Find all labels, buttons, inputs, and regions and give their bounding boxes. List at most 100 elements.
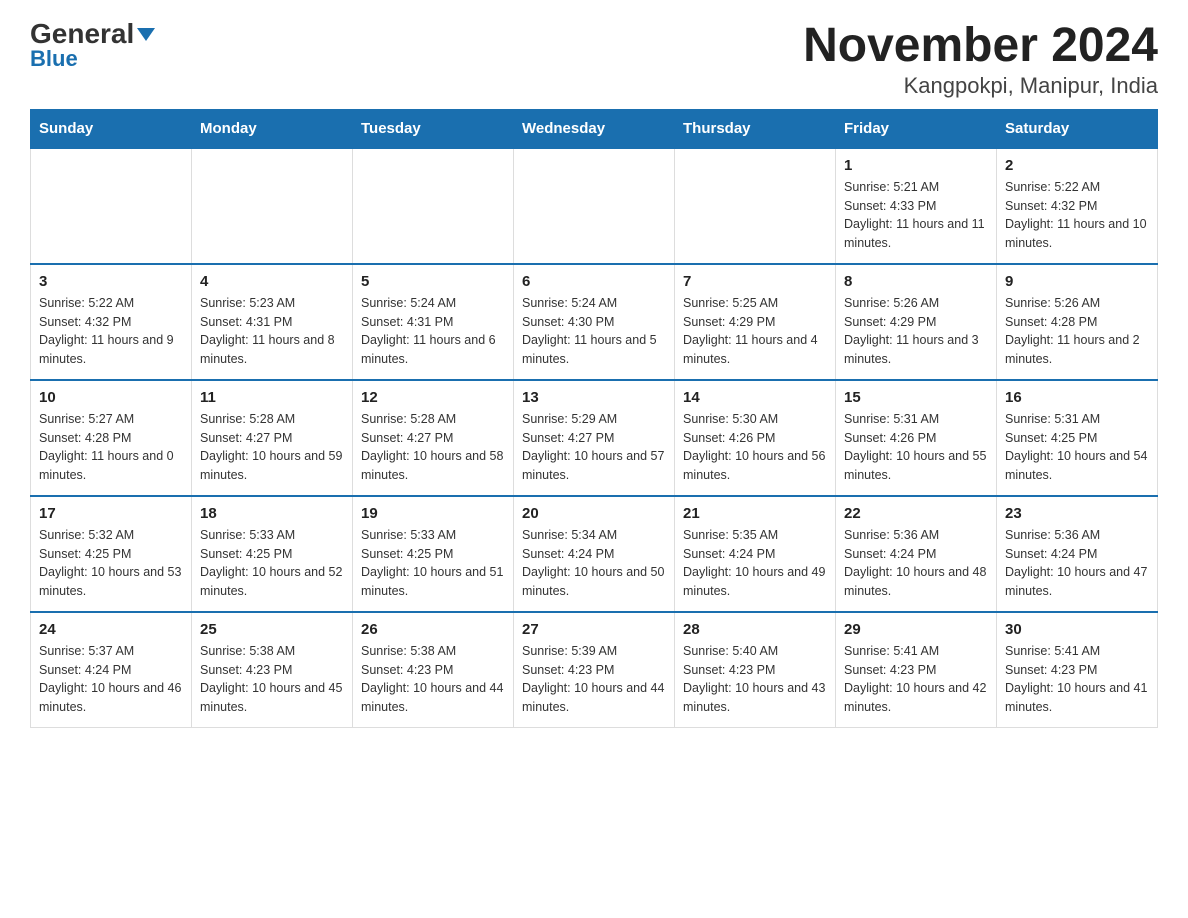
- day-info: Sunrise: 5:25 AM Sunset: 4:29 PM Dayligh…: [683, 294, 827, 369]
- calendar-cell: 10 Sunrise: 5:27 AM Sunset: 4:28 PM Dayli…: [31, 380, 192, 496]
- day-info: Sunrise: 5:32 AM Sunset: 4:25 PM Dayligh…: [39, 526, 183, 601]
- day-info: Sunrise: 5:38 AM Sunset: 4:23 PM Dayligh…: [200, 642, 344, 717]
- calendar-header: SundayMondayTuesdayWednesdayThursdayFrid…: [31, 109, 1158, 148]
- day-info: Sunrise: 5:26 AM Sunset: 4:29 PM Dayligh…: [844, 294, 988, 369]
- day-number: 6: [522, 273, 666, 290]
- day-info: Sunrise: 5:30 AM Sunset: 4:26 PM Dayligh…: [683, 410, 827, 485]
- calendar-cell: 7 Sunrise: 5:25 AM Sunset: 4:29 PM Daylig…: [675, 264, 836, 380]
- day-number: 22: [844, 505, 988, 522]
- day-info: Sunrise: 5:36 AM Sunset: 4:24 PM Dayligh…: [1005, 526, 1149, 601]
- day-info: Sunrise: 5:22 AM Sunset: 4:32 PM Dayligh…: [1005, 178, 1149, 253]
- header-wednesday: Wednesday: [514, 109, 675, 148]
- day-info: Sunrise: 5:38 AM Sunset: 4:23 PM Dayligh…: [361, 642, 505, 717]
- day-info: Sunrise: 5:24 AM Sunset: 4:31 PM Dayligh…: [361, 294, 505, 369]
- day-number: 4: [200, 273, 344, 290]
- calendar-cell: 18Sunrise: 5:33 AM Sunset: 4:25 PM Dayli…: [192, 496, 353, 612]
- day-number: 24: [39, 621, 183, 638]
- day-number: 19: [361, 505, 505, 522]
- calendar-cell: [514, 148, 675, 264]
- calendar-table: SundayMondayTuesdayWednesdayThursdayFrid…: [30, 109, 1158, 728]
- day-number: 30: [1005, 621, 1149, 638]
- calendar-cell: 28 Sunrise: 5:40 AM Sunset: 4:23 PM Dayli…: [675, 612, 836, 728]
- calendar-cell: 13 Sunrise: 5:29 AM Sunset: 4:27 PM Dayli…: [514, 380, 675, 496]
- day-number: 13: [522, 389, 666, 406]
- logo-triangle-icon: [137, 28, 155, 41]
- calendar-cell: [192, 148, 353, 264]
- calendar-cell: 23 Sunrise: 5:36 AM Sunset: 4:24 PM Dayli…: [997, 496, 1158, 612]
- day-number: 23: [1005, 505, 1149, 522]
- calendar-cell: 22 Sunrise: 5:36 AM Sunset: 4:24 PM Dayli…: [836, 496, 997, 612]
- day-info: Sunrise: 5:36 AM Sunset: 4:24 PM Dayligh…: [844, 526, 988, 601]
- calendar-cell: 12Sunrise: 5:28 AM Sunset: 4:27 PM Dayli…: [353, 380, 514, 496]
- calendar-cell: 1 Sunrise: 5:21 AM Sunset: 4:33 PM Daylig…: [836, 148, 997, 264]
- day-info: Sunrise: 5:27 AM Sunset: 4:28 PM Dayligh…: [39, 410, 183, 485]
- calendar-cell: [353, 148, 514, 264]
- day-number: 8: [844, 273, 988, 290]
- calendar-cell: 5 Sunrise: 5:24 AM Sunset: 4:31 PM Daylig…: [353, 264, 514, 380]
- calendar-cell: 4 Sunrise: 5:23 AM Sunset: 4:31 PM Daylig…: [192, 264, 353, 380]
- calendar-cell: 3 Sunrise: 5:22 AM Sunset: 4:32 PM Daylig…: [31, 264, 192, 380]
- day-number: 1: [844, 157, 988, 174]
- day-info: Sunrise: 5:33 AM Sunset: 4:25 PM Dayligh…: [361, 526, 505, 601]
- calendar-cell: 19 Sunrise: 5:33 AM Sunset: 4:25 PM Dayli…: [353, 496, 514, 612]
- day-info: Sunrise: 5:24 AM Sunset: 4:30 PM Dayligh…: [522, 294, 666, 369]
- header-friday: Friday: [836, 109, 997, 148]
- day-info: Sunrise: 5:29 AM Sunset: 4:27 PM Dayligh…: [522, 410, 666, 485]
- day-number: 5: [361, 273, 505, 290]
- day-number: 27: [522, 621, 666, 638]
- logo: General Blue: [30, 20, 155, 72]
- day-info: Sunrise: 5:23 AM Sunset: 4:31 PM Dayligh…: [200, 294, 344, 369]
- calendar-cell: 8 Sunrise: 5:26 AM Sunset: 4:29 PM Daylig…: [836, 264, 997, 380]
- day-info: Sunrise: 5:39 AM Sunset: 4:23 PM Dayligh…: [522, 642, 666, 717]
- day-info: Sunrise: 5:21 AM Sunset: 4:33 PM Dayligh…: [844, 178, 988, 253]
- day-number: 20: [522, 505, 666, 522]
- calendar-body: 1 Sunrise: 5:21 AM Sunset: 4:33 PM Daylig…: [31, 148, 1158, 728]
- day-number: 9: [1005, 273, 1149, 290]
- calendar-week-5: 24Sunrise: 5:37 AM Sunset: 4:24 PM Dayli…: [31, 612, 1158, 728]
- day-number: 26: [361, 621, 505, 638]
- calendar-cell: 17 Sunrise: 5:32 AM Sunset: 4:25 PM Dayli…: [31, 496, 192, 612]
- day-info: Sunrise: 5:41 AM Sunset: 4:23 PM Dayligh…: [844, 642, 988, 717]
- day-number: 3: [39, 273, 183, 290]
- header-row: SundayMondayTuesdayWednesdayThursdayFrid…: [31, 109, 1158, 148]
- day-info: Sunrise: 5:31 AM Sunset: 4:26 PM Dayligh…: [844, 410, 988, 485]
- day-info: Sunrise: 5:41 AM Sunset: 4:23 PM Dayligh…: [1005, 642, 1149, 717]
- day-number: 10: [39, 389, 183, 406]
- logo-general: General: [30, 20, 155, 48]
- calendar-cell: 25 Sunrise: 5:38 AM Sunset: 4:23 PM Dayli…: [192, 612, 353, 728]
- day-number: 21: [683, 505, 827, 522]
- calendar-subtitle: Kangpokpi, Manipur, India: [803, 73, 1158, 99]
- day-number: 28: [683, 621, 827, 638]
- header-thursday: Thursday: [675, 109, 836, 148]
- calendar-week-1: 1 Sunrise: 5:21 AM Sunset: 4:33 PM Daylig…: [31, 148, 1158, 264]
- day-number: 2: [1005, 157, 1149, 174]
- calendar-week-4: 17 Sunrise: 5:32 AM Sunset: 4:25 PM Dayli…: [31, 496, 1158, 612]
- calendar-week-2: 3 Sunrise: 5:22 AM Sunset: 4:32 PM Daylig…: [31, 264, 1158, 380]
- day-number: 16: [1005, 389, 1149, 406]
- page-header: General Blue November 2024 Kangpokpi, Ma…: [30, 20, 1158, 99]
- day-info: Sunrise: 5:26 AM Sunset: 4:28 PM Dayligh…: [1005, 294, 1149, 369]
- calendar-cell: 14Sunrise: 5:30 AM Sunset: 4:26 PM Dayli…: [675, 380, 836, 496]
- title-block: November 2024 Kangpokpi, Manipur, India: [803, 20, 1158, 99]
- day-number: 29: [844, 621, 988, 638]
- calendar-cell: 27 Sunrise: 5:39 AM Sunset: 4:23 PM Dayli…: [514, 612, 675, 728]
- day-number: 11: [200, 389, 344, 406]
- day-number: 25: [200, 621, 344, 638]
- calendar-cell: 16 Sunrise: 5:31 AM Sunset: 4:25 PM Dayli…: [997, 380, 1158, 496]
- calendar-cell: 9 Sunrise: 5:26 AM Sunset: 4:28 PM Daylig…: [997, 264, 1158, 380]
- day-number: 15: [844, 389, 988, 406]
- logo-blue: Blue: [30, 46, 78, 72]
- calendar-cell: [31, 148, 192, 264]
- day-info: Sunrise: 5:31 AM Sunset: 4:25 PM Dayligh…: [1005, 410, 1149, 485]
- day-info: Sunrise: 5:22 AM Sunset: 4:32 PM Dayligh…: [39, 294, 183, 369]
- calendar-cell: 20Sunrise: 5:34 AM Sunset: 4:24 PM Dayli…: [514, 496, 675, 612]
- calendar-cell: [675, 148, 836, 264]
- calendar-cell: 21Sunrise: 5:35 AM Sunset: 4:24 PM Dayli…: [675, 496, 836, 612]
- calendar-title: November 2024: [803, 20, 1158, 73]
- calendar-cell: 6 Sunrise: 5:24 AM Sunset: 4:30 PM Daylig…: [514, 264, 675, 380]
- day-number: 18: [200, 505, 344, 522]
- day-info: Sunrise: 5:40 AM Sunset: 4:23 PM Dayligh…: [683, 642, 827, 717]
- day-number: 17: [39, 505, 183, 522]
- day-number: 7: [683, 273, 827, 290]
- day-info: Sunrise: 5:28 AM Sunset: 4:27 PM Dayligh…: [361, 410, 505, 485]
